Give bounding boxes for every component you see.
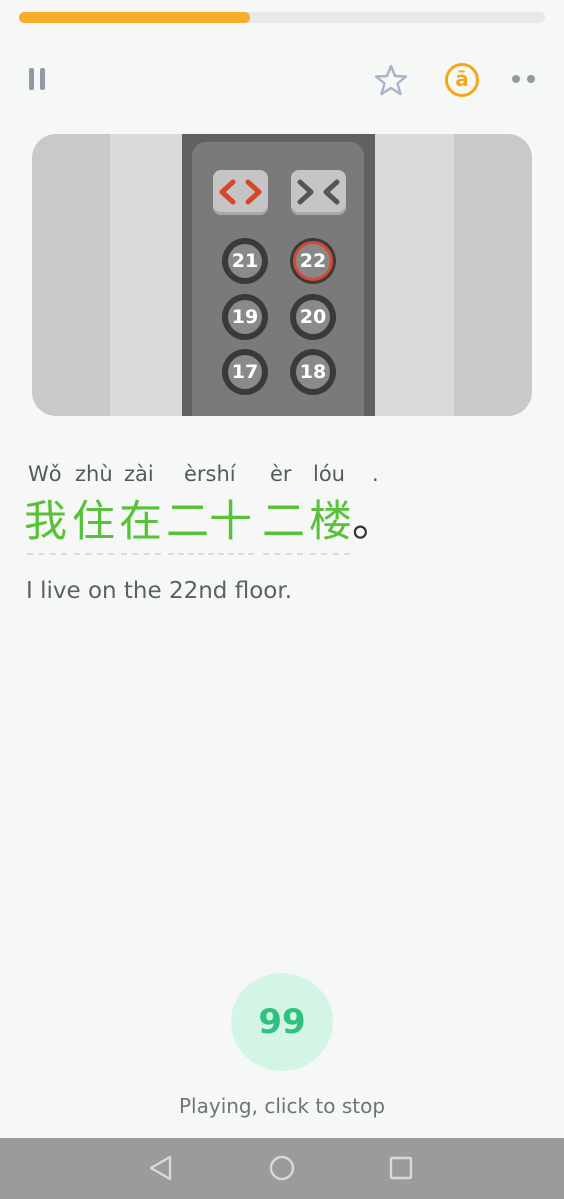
back-icon[interactable]	[146, 1153, 176, 1183]
system-navbar	[0, 1138, 564, 1199]
pinyin-word[interactable]: Wǒ	[28, 462, 62, 486]
pinyin-word[interactable]: zhù	[75, 462, 113, 486]
pinyin-row: Wǒ zhù zài èrshí èr lóu .	[0, 462, 564, 492]
floor-button-active: 22	[290, 238, 336, 284]
word-underline	[27, 553, 67, 555]
elevator-illustration: 21 22 19 20 17 18	[32, 134, 532, 416]
quote-icon: 99	[258, 1002, 306, 1042]
open-door-icon	[213, 170, 268, 215]
hanzi-word[interactable]: 在	[119, 496, 162, 548]
floor-button: 20	[290, 294, 336, 340]
play-stop-button[interactable]: 99	[231, 973, 333, 1071]
word-underline	[74, 553, 114, 555]
pause-icon[interactable]	[27, 68, 49, 92]
hanzi-word[interactable]: 楼	[309, 496, 352, 548]
progress-fill	[19, 12, 251, 23]
playback-status: Playing, click to stop	[178, 1094, 386, 1118]
hanzi-word[interactable]: 二	[262, 496, 305, 548]
floor-button: 21	[222, 238, 268, 284]
word-underline	[310, 553, 350, 555]
hanzi-word[interactable]: 二十	[166, 496, 252, 548]
hanzi-punct: 。	[352, 497, 395, 547]
hanzi-row: 我 住 在 二十 二 楼 。	[0, 496, 564, 552]
pinyin-word[interactable]: lóu	[313, 462, 345, 486]
star-icon[interactable]	[374, 63, 408, 97]
pinyin-word[interactable]: zài	[124, 462, 154, 486]
pinyin-word[interactable]: èrshí	[184, 462, 236, 486]
floor-button: 17	[222, 349, 268, 395]
word-underline	[263, 553, 303, 555]
more-icon[interactable]	[510, 75, 540, 85]
home-icon[interactable]	[267, 1153, 297, 1183]
floor-button: 18	[290, 349, 336, 395]
pinyin-word[interactable]: èr	[270, 462, 292, 486]
translation-text: I live on the 22nd floor.	[26, 578, 293, 604]
close-door-icon	[291, 170, 346, 215]
pinyin-toggle-button[interactable]: ā	[445, 63, 479, 97]
progress-bar	[19, 12, 545, 23]
word-underline	[121, 553, 161, 555]
hanzi-word[interactable]: 我	[24, 496, 67, 548]
hanzi-word[interactable]: 住	[72, 496, 115, 548]
recents-icon[interactable]	[386, 1153, 416, 1183]
word-underline	[168, 553, 254, 555]
pinyin-punct: .	[372, 462, 379, 486]
floor-button: 19	[222, 294, 268, 340]
